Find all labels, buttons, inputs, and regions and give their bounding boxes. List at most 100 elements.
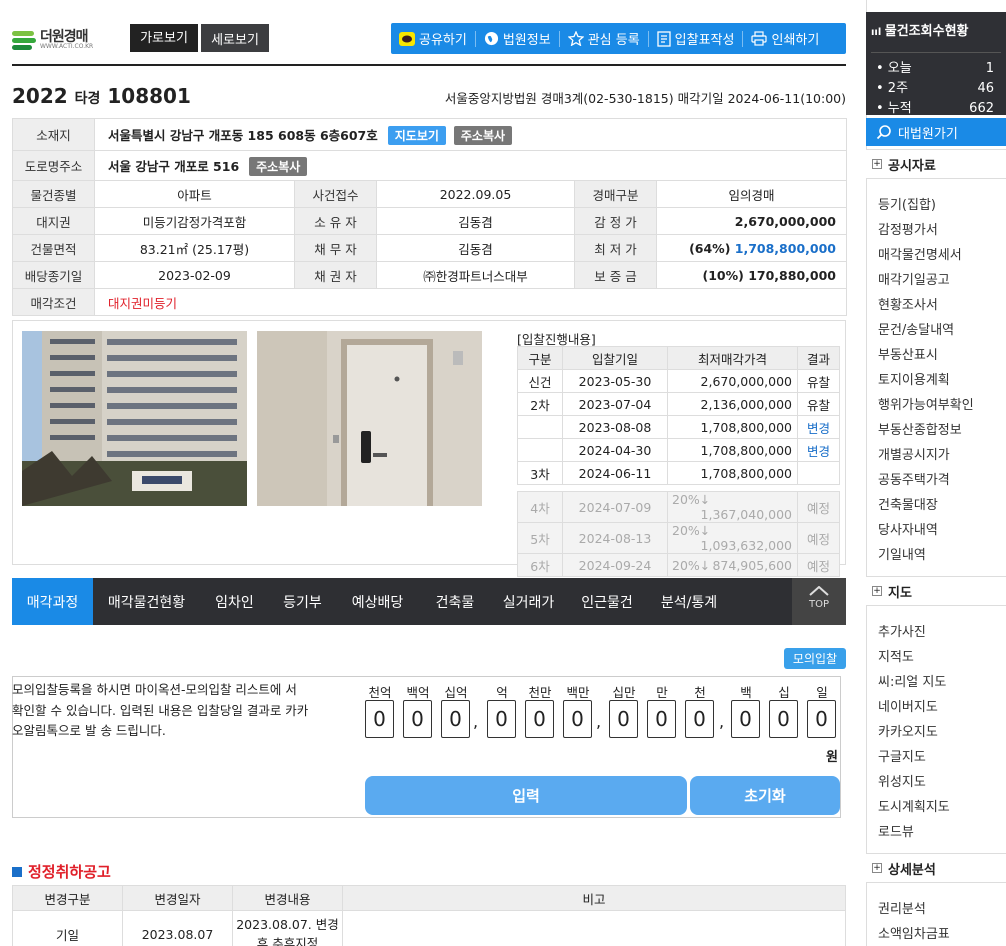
tab-real-transaction[interactable]: 실거래가	[491, 578, 566, 625]
tab-analysis[interactable]: 분석/통계	[648, 578, 730, 625]
sidebar-link[interactable]: 네이버지도	[878, 696, 938, 715]
info-label: 보 증 금	[574, 261, 657, 289]
future-bid-row: 5차 2024-08-13 20%↓ 1,093,632,000 예정	[517, 522, 840, 554]
sidebar-link[interactable]: 부동산표시	[878, 344, 938, 363]
digit-input[interactable]: 0	[685, 700, 714, 738]
sidebar-link[interactable]: 구글지도	[878, 746, 926, 765]
sidebar-link[interactable]: 매각물건명세서	[878, 244, 962, 263]
bid-round: 2차	[517, 392, 563, 416]
supreme-court-button[interactable]: 대법원가기	[866, 118, 1006, 146]
change-header: 변경일자	[122, 885, 233, 911]
sidebar-link[interactable]: 개별공시지가	[878, 444, 950, 463]
site-logo[interactable]: 더원경매 WWW.ACTI.CO.KR	[12, 26, 107, 54]
digit-separator: ,	[719, 712, 725, 731]
sidebar-link[interactable]: 위성지도	[878, 771, 926, 790]
tab-sale-process[interactable]: 매각과정	[12, 578, 93, 625]
vertical-view-button[interactable]: 세로보기	[201, 24, 269, 52]
sidebar-link[interactable]: 추가사진	[878, 621, 926, 640]
digit-input[interactable]: 0	[807, 700, 836, 738]
sidebar-link[interactable]: 토지이용계획	[878, 369, 950, 388]
sidebar-link[interactable]: 문건/송달내역	[878, 319, 954, 338]
tab-registry[interactable]: 등기부	[269, 578, 336, 625]
sidebar-link[interactable]: 감정평가서	[878, 219, 938, 238]
print-button[interactable]: 인쇄하기	[743, 23, 827, 54]
sidebar-link[interactable]: 씨:리얼 지도	[878, 671, 946, 690]
deposit-value: (10%) 170,880,000	[656, 261, 847, 289]
info-label: 배당종기일	[12, 261, 95, 289]
mock-bid-button[interactable]: 모의입찰	[784, 648, 846, 669]
sidebar-section-2[interactable]: + 상세분석	[866, 853, 1006, 883]
submit-bid-button[interactable]: 입력	[365, 776, 687, 815]
sidebar-link[interactable]: 지적도	[878, 646, 914, 665]
sidebar-link[interactable]: 건축물대장	[878, 494, 938, 513]
digit-unit-label: 천	[694, 685, 706, 700]
sidebar-link[interactable]: 기일내역	[878, 544, 926, 563]
digit-input[interactable]: 0	[647, 700, 676, 738]
digit-input[interactable]: 0	[563, 700, 592, 738]
info-value: 미등기감정가격포함	[94, 207, 295, 235]
bid-result	[797, 461, 840, 485]
tab-tenant[interactable]: 임차인	[200, 578, 269, 625]
copy-road-address-button[interactable]: 주소복사	[249, 156, 308, 176]
copy-address-button[interactable]: 주소복사	[453, 125, 513, 145]
sidebar-link[interactable]: 매각기일공고	[878, 269, 950, 288]
digit-input[interactable]: 0	[731, 700, 760, 738]
sidebar-link[interactable]: 로드뷰	[878, 821, 914, 840]
tab-property-status[interactable]: 매각물건현황	[93, 578, 200, 625]
plus-icon: +	[872, 586, 882, 596]
sidebar-link[interactable]: 도시계획지도	[878, 796, 950, 815]
tab-nearby[interactable]: 인근물건	[566, 578, 648, 625]
digit-input[interactable]: 0	[525, 700, 554, 738]
share-button[interactable]: 공유하기	[391, 23, 475, 54]
favorite-button[interactable]: 관심 등록	[560, 23, 648, 54]
door-photo[interactable]	[257, 331, 482, 506]
sidebar-link[interactable]: 현황조사서	[878, 294, 938, 313]
sidebar-link[interactable]: 부동산종합정보	[878, 419, 962, 438]
view-count-title-text: 물건조회수현황	[884, 24, 969, 39]
bid-date: 2024-08-13	[562, 522, 668, 554]
sidebar-link[interactable]: 카카오지도	[878, 721, 938, 740]
bid-header: 최저매각가격	[667, 346, 798, 370]
info-value: ㈜한경파트너스대부	[376, 261, 575, 289]
detail-tabs: 매각과정 매각물건현황 임차인 등기부 예상배당 건축물 실거래가 인근물건 분…	[12, 578, 846, 625]
printer-icon	[751, 31, 768, 46]
digit-input[interactable]: 0	[769, 700, 798, 738]
bid-result-link[interactable]: 변경	[797, 438, 840, 462]
court-info-button[interactable]: 법원정보	[476, 23, 559, 54]
map-view-button[interactable]: 지도보기	[387, 125, 446, 145]
change-content: 2023.08.07. 변경 후 추후지정	[232, 910, 343, 946]
digit-input[interactable]: 0	[441, 700, 470, 738]
mock-bid-description: 모의입찰등록을 하시면 마이옥션-모의입찰 리스트에 서 확인할 수 있습니다.…	[12, 682, 309, 738]
digit-input[interactable]: 0	[609, 700, 638, 738]
digit-input[interactable]: 0	[403, 700, 432, 738]
sidebar-section-0[interactable]: + 공시자료	[866, 149, 1006, 179]
reset-button[interactable]: 초기화	[690, 776, 840, 815]
sidebar-section-1[interactable]: + 지도	[866, 576, 1006, 606]
sidebar-link[interactable]: 소액임차금표	[878, 923, 950, 942]
tab-expected-dividend[interactable]: 예상배당	[336, 578, 419, 625]
sidebar-link[interactable]: 공동주택가격	[878, 469, 950, 488]
digit-input[interactable]: 0	[365, 700, 394, 738]
bid-form-button[interactable]: 입찰표작성	[649, 23, 743, 54]
scroll-top-button[interactable]: TOP	[792, 578, 846, 625]
bid-history-table: 구분 입찰기일 최저매각가격 결과 신건 2023-05-30 2,670,000,…	[517, 346, 840, 577]
sidebar-link[interactable]: 당사자내역	[878, 519, 938, 538]
tab-building[interactable]: 건축물	[419, 578, 491, 625]
digit-input[interactable]: 0	[487, 700, 516, 738]
bid-result-link[interactable]: 변경	[797, 415, 840, 439]
supreme-court-label: 대법원가기	[898, 126, 958, 142]
info-label: 경매구분	[574, 180, 657, 208]
building-photo[interactable]	[22, 331, 247, 506]
condition-label: 매각조건	[12, 288, 95, 316]
info-label: 채 권 자	[294, 261, 377, 289]
bid-date: 2024-06-11	[562, 461, 668, 485]
horizontal-view-button[interactable]: 가로보기	[130, 24, 198, 52]
sidebar-link[interactable]: 행위가능여부확인	[878, 394, 974, 413]
digit-unit-label: 백	[740, 685, 752, 700]
sidebar-link[interactable]: 권리분석	[878, 898, 926, 917]
logo-name: 더원경매	[40, 29, 89, 45]
stat-value: 662	[969, 101, 994, 116]
share-label: 공유하기	[419, 33, 467, 48]
change-header: 비고	[342, 885, 846, 911]
sidebar-link[interactable]: 등기(집합)	[878, 194, 936, 213]
